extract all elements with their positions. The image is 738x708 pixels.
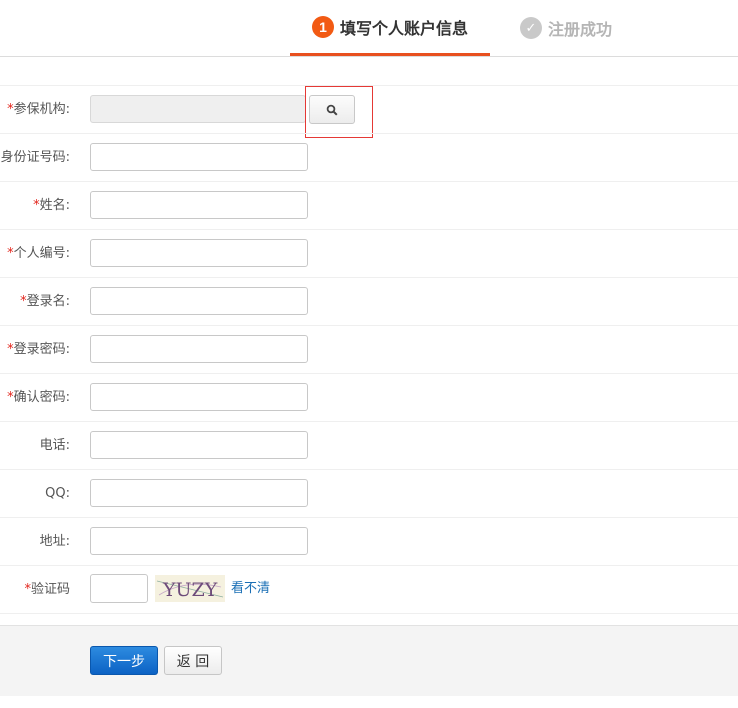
field-label: 身份证号码: [0, 150, 70, 165]
form-row-login-name: *登录名: [0, 277, 738, 325]
form-row-qq: QQ: [0, 469, 738, 517]
form-row-personal-number: *个人编号: [0, 229, 738, 277]
confirm-password-input[interactable] [90, 383, 308, 411]
form-row-password: *登录密码: [0, 325, 738, 373]
highlight-box [305, 86, 373, 138]
field-label: *登录名: [20, 294, 70, 309]
form-row-name: *姓名: [0, 181, 738, 229]
back-button[interactable]: 返 回 [164, 646, 222, 675]
qq-input[interactable] [90, 479, 308, 507]
field-label: *参保机构: [7, 102, 70, 117]
field-label: *个人编号: [7, 246, 70, 261]
registration-steps: 1 填写个人账户信息 ✓ 注册成功 [0, 0, 738, 57]
step-fill-account-info: 1 填写个人账户信息 [290, 0, 490, 56]
form-row-confirm-password: *确认密码: [0, 373, 738, 421]
form-row-id-number: 身份证号码: [0, 133, 738, 181]
next-step-button[interactable]: 下一步 [90, 646, 158, 675]
institution-input [90, 95, 306, 123]
captcha-graphic: YUZY [156, 579, 224, 601]
captcha-text: YUZY [162, 579, 218, 601]
field-label: *姓名: [33, 198, 70, 213]
captcha-refresh-link[interactable]: 看不清 [231, 566, 270, 611]
form-row-phone: 电话: [0, 421, 738, 469]
form-footer: 下一步 返 回 [0, 625, 738, 696]
name-input[interactable] [90, 191, 308, 219]
address-input[interactable] [90, 527, 308, 555]
field-label: *确认密码: [7, 390, 70, 405]
form-row-address: 地址: [0, 517, 738, 565]
field-label: QQ: [45, 486, 70, 501]
step-label: 注册成功 [548, 20, 613, 39]
form-row-institution: *参保机构: [0, 85, 738, 138]
phone-input[interactable] [90, 431, 308, 459]
check-icon: ✓ [520, 17, 542, 39]
form-row-captcha: *验证码 YUZY 看不清 [0, 565, 738, 614]
id-number-input[interactable] [90, 143, 308, 171]
personal-number-input[interactable] [90, 239, 308, 267]
step-register-success: ✓ 注册成功 [520, 0, 612, 56]
step-number-badge: 1 [311, 15, 334, 38]
captcha-input[interactable] [90, 574, 148, 603]
step-label: 填写个人账户信息 [339, 18, 468, 38]
login-name-input[interactable] [90, 287, 308, 315]
field-label: *验证码 [24, 582, 70, 597]
password-input[interactable] [90, 335, 308, 363]
captcha-image[interactable]: YUZY [155, 575, 225, 602]
field-label: *登录密码: [7, 342, 70, 357]
field-label: 电话: [39, 438, 70, 453]
account-form: *参保机构: 身份证号码: *姓名: *个人编号: *登录名: *登录密码: *… [0, 85, 738, 614]
field-label: 地址: [39, 534, 70, 549]
